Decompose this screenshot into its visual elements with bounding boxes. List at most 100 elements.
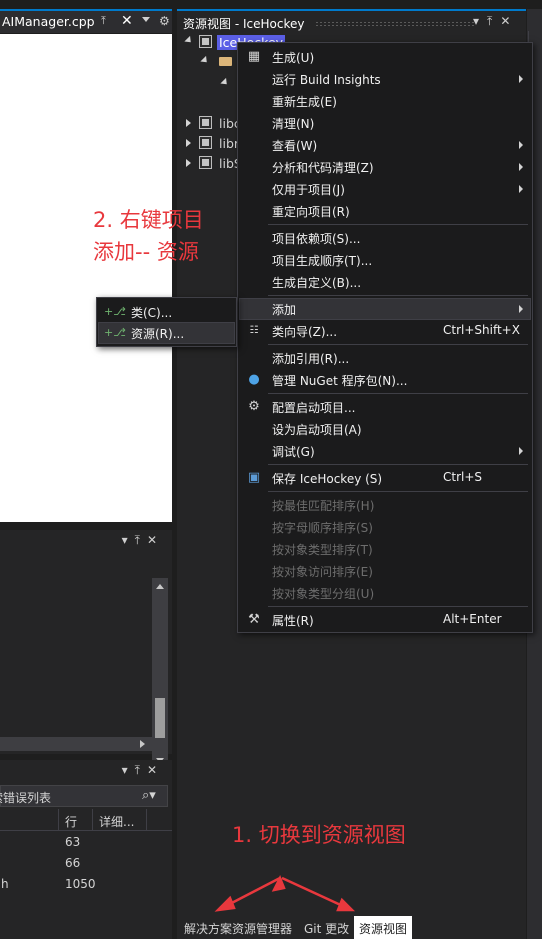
submenu-arrow-icon [519, 163, 523, 171]
menu-item-label: 项目生成顺序(T)... [272, 254, 373, 268]
submenu-item-resource[interactable]: +⎇ 资源(R)... [98, 322, 235, 344]
submenu-arrow-icon [519, 447, 523, 455]
menu-item-sort-access: 按对象访问排序(E) [239, 560, 531, 582]
add-item-icon: +⎇ [104, 305, 126, 318]
menu-item-add-reference[interactable]: 添加引用(R)... [239, 347, 531, 369]
add-submenu: +⎇ 类(C)... +⎇ 资源(R)... [96, 297, 237, 347]
panel-grip[interactable] [315, 21, 475, 27]
editor-tab[interactable]: AIManager.cpp ⤒ ✕ ⚙ [0, 9, 172, 33]
menu-item-label: 按对象类型分组(U) [272, 587, 375, 601]
chevron-down-icon[interactable]: ▾ [122, 763, 135, 777]
close-icon[interactable]: ✕ [147, 763, 164, 777]
menu-item-nuget[interactable]: ● 管理 NuGet 程序包(N)... [239, 369, 531, 391]
output-panel-header: ▾⤒✕ [0, 530, 172, 552]
scroll-right-icon[interactable] [140, 740, 145, 748]
error-list-search[interactable]: 搜索错误列表 ⌕▾ [0, 785, 168, 807]
chevron-down-icon[interactable]: ▾ [122, 533, 135, 547]
scroll-up-icon[interactable] [156, 584, 164, 589]
expand-icon[interactable] [200, 55, 210, 66]
tab-git-changes[interactable]: Git 更改 [304, 920, 349, 937]
table-row[interactable]: h 1050 [0, 874, 172, 895]
editor-tab-title: AIManager.cpp [2, 14, 95, 29]
close-icon[interactable]: ✕ [500, 14, 510, 28]
menu-item-configure-startup[interactable]: ⚙ 配置启动项目... [239, 396, 531, 418]
expand-icon[interactable] [186, 159, 191, 167]
menu-item-set-startup[interactable]: 设为启动项目(A) [239, 418, 531, 440]
scrollbar-thumb[interactable] [155, 698, 165, 738]
expand-icon[interactable] [186, 139, 191, 147]
menu-item-label: 按字母顺序排序(S) [272, 521, 373, 535]
menu-item-label: 添加引用(R)... [272, 352, 350, 366]
horizontal-scrollbar[interactable] [0, 737, 152, 751]
menu-item-build-customizations[interactable]: 生成自定义(B)... [239, 271, 531, 293]
menu-item-label: 调试(G) [272, 445, 315, 459]
class-wizard-icon: ☷ [249, 325, 259, 336]
tree-item-child[interactable] [217, 75, 237, 95]
submenu-item-label: 类(C)... [131, 306, 173, 320]
menu-item-save[interactable]: ▣ 保存 IceHockey (S) Ctrl+S [239, 467, 531, 489]
column-header-line[interactable]: 行 [65, 813, 77, 830]
gear-icon[interactable]: ⚙ [159, 14, 170, 28]
submenu-item-class[interactable]: +⎇ 类(C)... [98, 301, 235, 323]
menu-item-sort-best: 按最佳匹配排序(H) [239, 494, 531, 516]
menu-item-shortcut: Ctrl+S [443, 470, 483, 484]
menu-item-build-insights[interactable]: 运行 Build Insights [239, 68, 531, 90]
column-header-detail[interactable]: 详细... [99, 813, 134, 830]
menu-item-build-order[interactable]: 项目生成顺序(T)... [239, 249, 531, 271]
vertical-scrollbar[interactable] [152, 578, 168, 772]
expand-icon[interactable] [184, 35, 194, 46]
search-icon[interactable]: ⌕▾ [142, 788, 156, 803]
output-panel-body [0, 552, 172, 754]
build-icon: ▦ [247, 49, 261, 64]
table-row[interactable]: 66 [0, 853, 172, 874]
close-icon[interactable]: ✕ [121, 13, 133, 29]
chevron-down-icon[interactable] [142, 17, 150, 22]
search-label: 搜索错误列表 [0, 791, 52, 805]
menu-item-retarget[interactable]: 重定向项目(R) [239, 200, 531, 222]
annotation-step1: 1. 切换到资源视图 [232, 823, 406, 847]
menu-item-label: 清理(N) [272, 117, 315, 131]
menu-item-dependencies[interactable]: 项目依赖项(S)... [239, 227, 531, 249]
menu-item-properties[interactable]: ⚒ 属性(R) Alt+Enter [239, 609, 531, 631]
panel-header-icons[interactable]: ▾⤒✕ [122, 763, 164, 778]
submenu-arrow-icon [519, 185, 523, 193]
context-menu: ▦ 生成(U) 运行 Build Insights 重新生成(E) 清理(N) … [237, 42, 533, 633]
editor-area[interactable] [0, 34, 172, 522]
annotation-step2-line1: 2. 右键项目 [93, 208, 204, 232]
pin-icon[interactable]: ⤒ [101, 14, 106, 28]
menu-item-build[interactable]: ▦ 生成(U) [239, 46, 531, 68]
pin-icon[interactable]: ⤒ [135, 533, 147, 547]
tree-item-lib[interactable]: libr [183, 134, 243, 154]
tree-item-folder[interactable] [197, 53, 237, 73]
tab-solution-explorer[interactable]: 解决方案资源管理器 [184, 920, 292, 937]
menu-item-debug[interactable]: 调试(G) [239, 440, 531, 462]
menu-item-class-wizard[interactable]: ☷ 类向导(Z)... Ctrl+Shift+X [239, 320, 531, 342]
menu-item-analyze[interactable]: 分析和代码清理(Z) [239, 156, 531, 178]
expand-icon[interactable] [186, 119, 191, 127]
add-item-icon: +⎇ [104, 326, 126, 339]
chevron-down-icon[interactable]: ▾ [473, 14, 479, 28]
expand-icon[interactable] [220, 77, 230, 88]
pin-icon[interactable]: ⤒ [135, 763, 147, 777]
panel-header-icons[interactable]: ▾ ⤒ ✕ [473, 14, 518, 29]
column-separator [58, 809, 59, 831]
pin-icon[interactable]: ⤒ [487, 14, 492, 28]
menu-item-label: 查看(W) [272, 139, 318, 153]
menu-item-label: 配置启动项目... [272, 401, 356, 415]
row-line: 1050 [65, 877, 96, 891]
panel-header-icons[interactable]: ▾⤒✕ [122, 533, 164, 548]
tree-item-lib[interactable]: libS [183, 154, 243, 174]
table-row[interactable]: 63 [0, 832, 172, 853]
tree-item-lib[interactable]: libc [183, 114, 243, 134]
menu-item-label: 重新生成(E) [272, 95, 337, 109]
close-icon[interactable]: ✕ [147, 533, 164, 547]
menu-item-clean[interactable]: 清理(N) [239, 112, 531, 134]
menu-item-label: 设为启动项目(A) [272, 423, 362, 437]
menu-item-add[interactable]: 添加 [239, 298, 531, 320]
menu-item-rebuild[interactable]: 重新生成(E) [239, 90, 531, 112]
menu-item-label: 重定向项目(R) [272, 205, 350, 219]
menu-item-project-only[interactable]: 仅用于项目(J) [239, 178, 531, 200]
menu-item-view[interactable]: 查看(W) [239, 134, 531, 156]
menu-item-label: 类向导(Z)... [272, 325, 338, 339]
submenu-arrow-icon [519, 141, 523, 149]
